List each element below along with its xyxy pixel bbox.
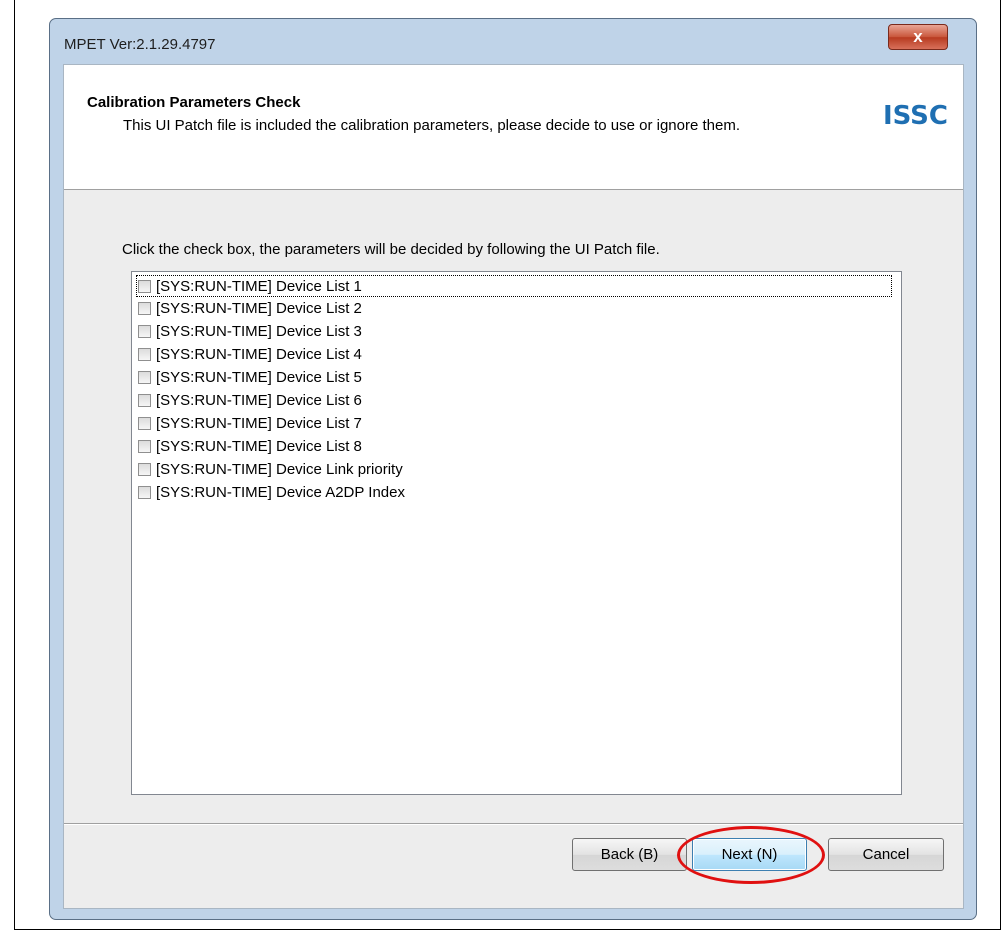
list-item[interactable]: [SYS:RUN-TIME] Device List 6 (136, 389, 892, 411)
checkbox[interactable] (138, 279, 151, 293)
list-item-label: [SYS:RUN-TIME] Device List 6 (156, 391, 362, 409)
parameters-checklist[interactable]: [SYS:RUN-TIME] Device List 1 [SYS:RUN-TI… (131, 271, 902, 795)
checkbox[interactable] (138, 324, 151, 338)
checkbox[interactable] (138, 462, 151, 476)
checkbox[interactable] (138, 301, 151, 315)
window-title: MPET Ver:2.1.29.4797 (64, 36, 216, 53)
checkbox[interactable] (138, 416, 151, 430)
page-description: This UI Patch file is included the calib… (123, 117, 740, 134)
list-item-label: [SYS:RUN-TIME] Device List 1 (156, 277, 362, 295)
list-item-label: [SYS:RUN-TIME] Device List 4 (156, 345, 362, 363)
list-item[interactable]: [SYS:RUN-TIME] Device List 1 (136, 275, 892, 297)
list-item[interactable]: [SYS:RUN-TIME] Device List 4 (136, 343, 892, 365)
list-item-label: [SYS:RUN-TIME] Device List 3 (156, 322, 362, 340)
list-item[interactable]: [SYS:RUN-TIME] Device A2DP Index (136, 481, 892, 503)
list-item[interactable]: [SYS:RUN-TIME] Device Link priority (136, 458, 892, 480)
list-item[interactable]: [SYS:RUN-TIME] Device List 8 (136, 435, 892, 457)
checkbox[interactable] (138, 439, 151, 453)
dialog-window: MPET Ver:2.1.29.4797 x Calibration Param… (49, 18, 977, 920)
close-button[interactable]: x (888, 24, 948, 50)
list-item[interactable]: [SYS:RUN-TIME] Device List 2 (136, 297, 892, 319)
wizard-header: Calibration Parameters Check This UI Pat… (64, 65, 963, 190)
list-item-label: [SYS:RUN-TIME] Device Link priority (156, 460, 403, 478)
next-button[interactable]: Next (N) (692, 838, 807, 871)
list-item-label: [SYS:RUN-TIME] Device List 2 (156, 299, 362, 317)
page-title: Calibration Parameters Check (87, 94, 301, 111)
list-item-label: [SYS:RUN-TIME] Device List 8 (156, 437, 362, 455)
list-item[interactable]: [SYS:RUN-TIME] Device List 7 (136, 412, 892, 434)
issc-logo: ISSC (882, 101, 948, 131)
cancel-button[interactable]: Cancel (828, 838, 944, 871)
list-item-label: [SYS:RUN-TIME] Device A2DP Index (156, 483, 405, 501)
list-item[interactable]: [SYS:RUN-TIME] Device List 3 (136, 320, 892, 342)
list-item[interactable]: [SYS:RUN-TIME] Device List 5 (136, 366, 892, 388)
back-button[interactable]: Back (B) (572, 838, 687, 871)
checkbox[interactable] (138, 485, 151, 499)
checkbox[interactable] (138, 370, 151, 384)
list-item-label: [SYS:RUN-TIME] Device List 7 (156, 414, 362, 432)
list-item-label: [SYS:RUN-TIME] Device List 5 (156, 368, 362, 386)
instructions-text: Click the check box, the parameters will… (122, 241, 660, 258)
footer-divider (64, 823, 963, 825)
dialog-client-area: Calibration Parameters Check This UI Pat… (63, 64, 964, 909)
checkbox[interactable] (138, 347, 151, 361)
checkbox[interactable] (138, 393, 151, 407)
close-icon: x (913, 27, 923, 46)
